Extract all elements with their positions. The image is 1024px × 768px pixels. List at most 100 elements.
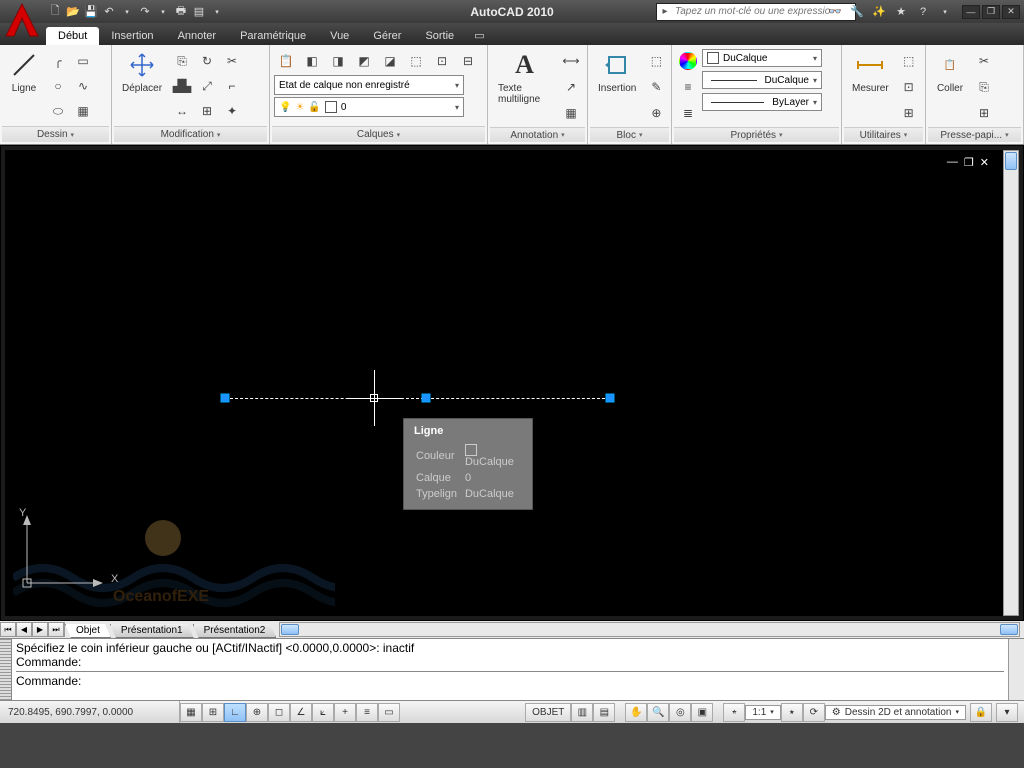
undo-drop-icon[interactable]: ▾	[118, 3, 136, 21]
open-icon[interactable]: 📂	[64, 3, 82, 21]
binoculars-icon[interactable]: 👓	[826, 3, 844, 21]
create-block-icon[interactable]: ⬚	[644, 49, 668, 73]
coords-readout[interactable]: 720.8495, 690.7997, 0.0000	[0, 701, 180, 723]
doc-restore-button[interactable]: ❐	[964, 156, 974, 169]
panel-calques[interactable]: Calques	[272, 126, 485, 142]
tab-sortie[interactable]: Sortie	[413, 27, 466, 45]
redo-icon[interactable]: ↷	[136, 3, 154, 21]
color-wheel-icon[interactable]	[679, 52, 697, 70]
doc-close-button[interactable]: ✕	[980, 156, 989, 169]
save-icon[interactable]: 💾	[82, 3, 100, 21]
arc-icon[interactable]: ╭	[46, 49, 70, 73]
ann-auto-button[interactable]: ⟳	[803, 703, 825, 722]
grip-start[interactable]	[221, 394, 230, 403]
text-button[interactable]: A Texte multiligne	[492, 49, 557, 107]
drawing-canvas[interactable]: — ❐ ✕ OceanofEXE Y X	[5, 150, 1019, 616]
cut-icon[interactable]: ✂	[972, 49, 996, 73]
restore-button[interactable]: ❐	[982, 5, 1000, 19]
app-menu-button[interactable]	[2, 0, 42, 40]
match-icon[interactable]: ⊞	[972, 101, 996, 125]
paste-button[interactable]: 📋 Coller	[930, 49, 970, 96]
ortho-button[interactable]: ∟	[224, 703, 246, 722]
measure-button[interactable]: Mesurer	[846, 49, 895, 96]
table-icon[interactable]: ▦	[559, 101, 583, 125]
dim-linear-icon[interactable]: ⟷	[559, 49, 583, 73]
sheet-last-button[interactable]: ⏭	[48, 622, 64, 637]
layer-a-icon[interactable]: ◧	[300, 49, 324, 73]
scale-icon[interactable]: ⤢	[195, 74, 219, 98]
ann-vis-button[interactable]: ⭑	[781, 703, 803, 722]
redo-drop-icon[interactable]: ▾	[154, 3, 172, 21]
leader-icon[interactable]: ↗	[559, 75, 583, 99]
qv-drawings-button[interactable]: ▤	[593, 703, 615, 722]
ellipse-icon[interactable]: ⬭	[46, 99, 70, 123]
status-tray-button[interactable]: ▾	[996, 703, 1018, 722]
panel-props[interactable]: Propriétés	[674, 127, 839, 142]
qselect-icon[interactable]: ⊡	[897, 75, 921, 99]
key-icon[interactable]: 🔧	[848, 3, 866, 21]
lock-ui-button[interactable]: 🔒	[970, 703, 992, 722]
layer-f-icon[interactable]: ⊡	[430, 49, 454, 73]
linetype-combo[interactable]: DuCalque▾	[702, 71, 822, 89]
close-button[interactable]: ✕	[1002, 5, 1020, 19]
grid-button[interactable]: ⊞	[202, 703, 224, 722]
layer-g-icon[interactable]: ⊟	[456, 49, 480, 73]
panel-annot[interactable]: Annotation	[490, 127, 585, 142]
trim-icon[interactable]: ✂	[220, 49, 244, 73]
minimize-button[interactable]: —	[962, 5, 980, 19]
wheel-button[interactable]: ◎	[669, 703, 691, 722]
panel-bloc[interactable]: Bloc	[590, 127, 669, 142]
ann-scale-icon[interactable]: ⭒	[723, 703, 745, 722]
stretch-icon[interactable]: ↔	[170, 99, 194, 123]
layout-tab-objet[interactable]: Objet	[65, 624, 111, 638]
sheet-prev-button[interactable]: ◀	[16, 622, 32, 637]
clip-copy-icon[interactable]: ⎘	[972, 75, 996, 99]
sheet-first-button[interactable]: ⏮	[0, 622, 16, 637]
tab-parametrique[interactable]: Paramétrique	[228, 27, 318, 45]
osnap-button[interactable]: ◻	[268, 703, 290, 722]
select-icon[interactable]: ⬚	[897, 49, 921, 73]
tab-extras-icon[interactable]: ▭	[466, 26, 492, 45]
panel-dessin[interactable]: Dessin	[2, 126, 109, 142]
rect-icon[interactable]: ▭	[71, 49, 95, 73]
otrack-button[interactable]: ∠	[290, 703, 312, 722]
comm-icon[interactable]: ✨	[870, 3, 888, 21]
qat-dropdown-icon[interactable]: ▾	[208, 3, 226, 21]
layer-e-icon[interactable]: ⬚	[404, 49, 428, 73]
zoom-button[interactable]: 🔍	[647, 703, 669, 722]
print-icon[interactable]: 🖶	[172, 3, 190, 21]
grip-end[interactable]	[606, 394, 615, 403]
annotation-scale-combo[interactable]: 1:1▾	[745, 705, 780, 720]
qv-layouts-button[interactable]: ▥	[571, 703, 593, 722]
qp-button[interactable]: ▭	[378, 703, 400, 722]
spline-icon[interactable]: ∿	[71, 74, 95, 98]
lineweight-combo[interactable]: ByLayer▾	[702, 93, 822, 111]
workspace-combo[interactable]: ⚙ Dessin 2D et annotation ▾	[825, 705, 966, 720]
model-button[interactable]: OBJET	[525, 703, 571, 722]
calc-icon[interactable]: ⊞	[897, 101, 921, 125]
rotate-icon[interactable]: ↻	[195, 49, 219, 73]
help-icon[interactable]: ?	[914, 3, 932, 21]
fillet-icon[interactable]: ⌐	[220, 74, 244, 98]
panel-clip[interactable]: Presse-papi...	[928, 127, 1021, 142]
new-icon[interactable]: 🗋	[46, 3, 64, 21]
tab-insertion[interactable]: Insertion	[99, 27, 165, 45]
layout-tab-p1[interactable]: Présentation1	[110, 624, 194, 638]
showmotion-button[interactable]: ▣	[691, 703, 713, 722]
copy-icon[interactable]: ⎘	[170, 49, 194, 73]
hatch-icon[interactable]: ▦	[71, 99, 95, 123]
command-scrollbar[interactable]	[1008, 639, 1024, 700]
ltype-icon[interactable]: ≡	[676, 75, 700, 99]
edit-block-icon[interactable]: ✎	[644, 75, 668, 99]
dyn-button[interactable]: +	[334, 703, 356, 722]
lweight-icon[interactable]: ≣	[676, 101, 700, 125]
layer-prop-icon[interactable]: 📋	[274, 49, 298, 73]
tab-debut[interactable]: Début	[46, 27, 99, 45]
attr-block-icon[interactable]: ⊕	[644, 101, 668, 125]
layer-c-icon[interactable]: ◩	[352, 49, 376, 73]
sheet-next-button[interactable]: ▶	[32, 622, 48, 637]
snap-button[interactable]: ▦	[180, 703, 202, 722]
lwt-button[interactable]: ≡	[356, 703, 378, 722]
layout-tab-p2[interactable]: Présentation2	[193, 624, 277, 638]
line-button[interactable]: Ligne	[4, 49, 44, 96]
